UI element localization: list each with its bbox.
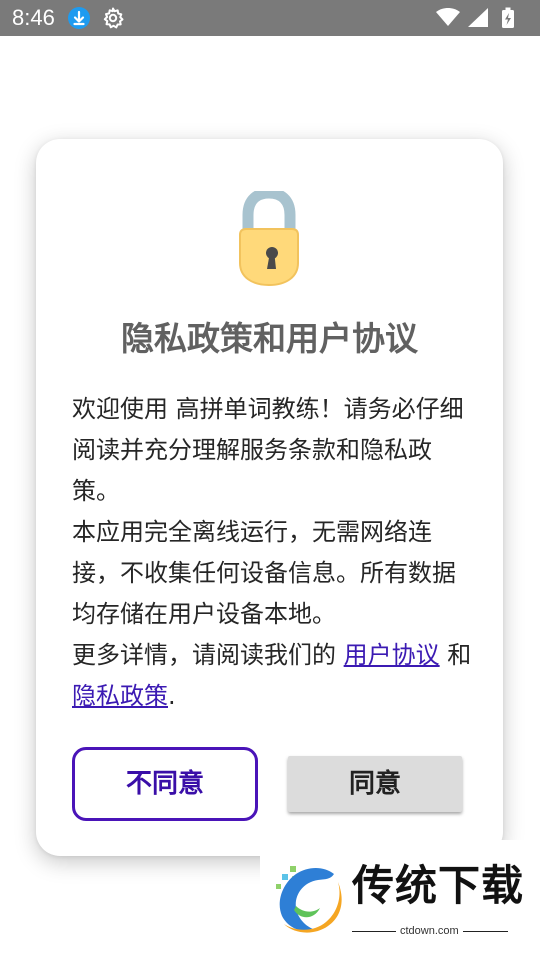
- status-time: 8:46: [12, 5, 55, 30]
- body-more: 更多详情，请阅读我们的 用户协议 和 隐私政策.: [72, 635, 472, 717]
- privacy-dialog: 隐私政策和用户协议 欢迎使用 高拼单词教练！请务必仔细阅读并充分理解服务条款和隐…: [36, 139, 503, 856]
- download-icon: [68, 7, 90, 29]
- gear-icon: [101, 6, 125, 34]
- battery-charging-icon: [502, 7, 514, 28]
- disagree-button[interactable]: 不同意: [72, 747, 258, 821]
- period-text: .: [168, 682, 176, 710]
- status-icons: [426, 6, 530, 30]
- lock-icon: [236, 187, 302, 287]
- agree-button[interactable]: 同意: [288, 756, 462, 812]
- and-text: 和: [439, 641, 472, 669]
- user-agreement-link[interactable]: 用户协议: [344, 641, 440, 669]
- body-more-text: 更多详情，请阅读我们的: [72, 641, 344, 669]
- body-offline: 本应用完全离线运行，无需网络连接，不收集任何设备信息。所有数据均存储在用户设备本…: [72, 518, 456, 628]
- watermark: 传统下载 ctdown.com: [260, 840, 540, 960]
- status-bar: 8:46: [0, 0, 540, 36]
- watermark-logo-icon: [268, 862, 348, 936]
- signal-icon: [468, 8, 488, 27]
- wifi-icon: [436, 8, 460, 26]
- dialog-title: 隐私政策和用户协议: [121, 319, 418, 358]
- watermark-site: ctdown.com: [396, 923, 463, 939]
- watermark-brand: 传统下载: [352, 861, 525, 910]
- dialog-body: 欢迎使用 高拼单词教练！请务必仔细阅读并充分理解服务条款和隐私政策。 本应用完全…: [72, 389, 472, 717]
- privacy-policy-link[interactable]: 隐私政策: [72, 682, 168, 710]
- body-intro: 欢迎使用 高拼单词教练！请务必仔细阅读并充分理解服务条款和隐私政策。: [72, 395, 464, 505]
